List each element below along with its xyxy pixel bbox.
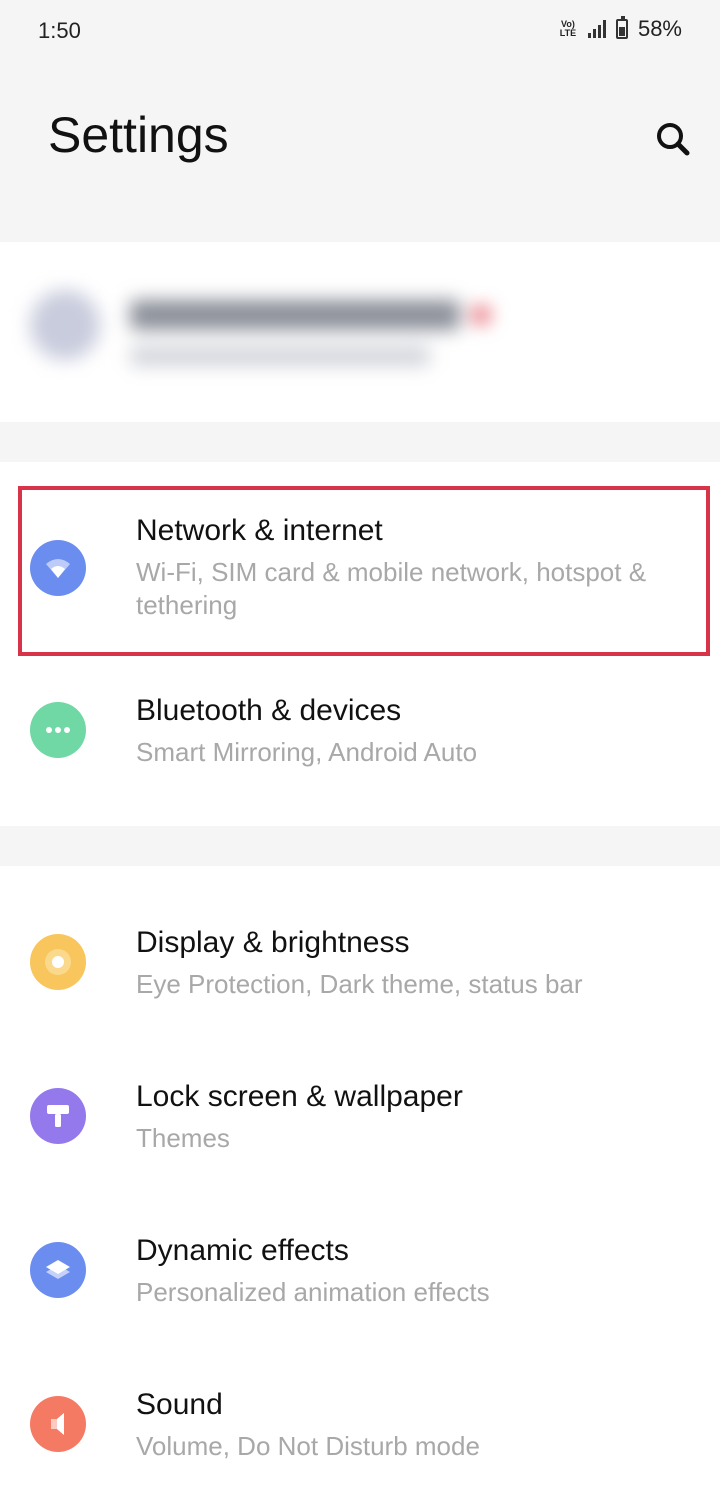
search-icon — [657, 123, 690, 156]
status-bar: 1:50 Vo) LTE 58% — [0, 0, 720, 64]
avatar — [30, 290, 100, 360]
settings-item-subtitle: Volume, Do Not Disturb mode — [136, 1431, 480, 1461]
settings-item-subtitle: Eye Protection, Dark theme, status bar — [136, 969, 583, 999]
account-subtitle-blurred — [130, 346, 430, 366]
settings-item-display[interactable]: Display & brightness Eye Protection, Dar… — [0, 906, 720, 1036]
notification-dot — [472, 306, 490, 324]
volte-icon: Vo) LTE — [559, 19, 577, 38]
settings-item-lockscreen[interactable]: Lock screen & wallpaper Themes — [0, 1060, 720, 1190]
status-icons: Vo) LTE 58% — [558, 16, 682, 42]
settings-item-bluetooth[interactable]: Bluetooth & devices Smart Mirroring, And… — [0, 666, 720, 796]
settings-item-subtitle: Smart Mirroring, Android Auto — [136, 737, 478, 767]
battery-percent: 58% — [637, 16, 682, 41]
search-button[interactable] — [648, 114, 698, 164]
brightness-icon — [30, 934, 86, 990]
general-card: Display & brightness Eye Protection, Dar… — [0, 866, 720, 1488]
speaker-icon — [30, 1396, 86, 1452]
battery-icon — [615, 16, 628, 39]
layers-icon — [30, 1242, 86, 1298]
account-blurred-content — [0, 242, 720, 422]
settings-item-title: Bluetooth & devices — [136, 694, 402, 727]
settings-item-title: Dynamic effects — [136, 1234, 349, 1267]
account-title-blurred — [130, 300, 460, 330]
status-time: 1:50 — [38, 18, 81, 43]
more-dots-icon — [30, 702, 86, 758]
settings-item-sound[interactable]: Sound Volume, Do Not Disturb mode — [0, 1368, 720, 1488]
settings-item-title: Lock screen & wallpaper — [136, 1080, 463, 1113]
settings-item-dynamic-effects[interactable]: Dynamic effects Personalized animation e… — [0, 1214, 720, 1344]
highlight-box — [18, 486, 710, 656]
paint-roller-icon — [30, 1088, 86, 1144]
signal-icon — [587, 20, 606, 38]
page-title: Settings — [48, 107, 229, 163]
settings-item-title: Sound — [136, 1388, 223, 1421]
account-card[interactable] — [0, 242, 720, 422]
settings-item-subtitle: Themes — [136, 1123, 230, 1153]
settings-item-title: Display & brightness — [136, 926, 410, 959]
settings-item-subtitle: Personalized animation effects — [136, 1277, 490, 1307]
